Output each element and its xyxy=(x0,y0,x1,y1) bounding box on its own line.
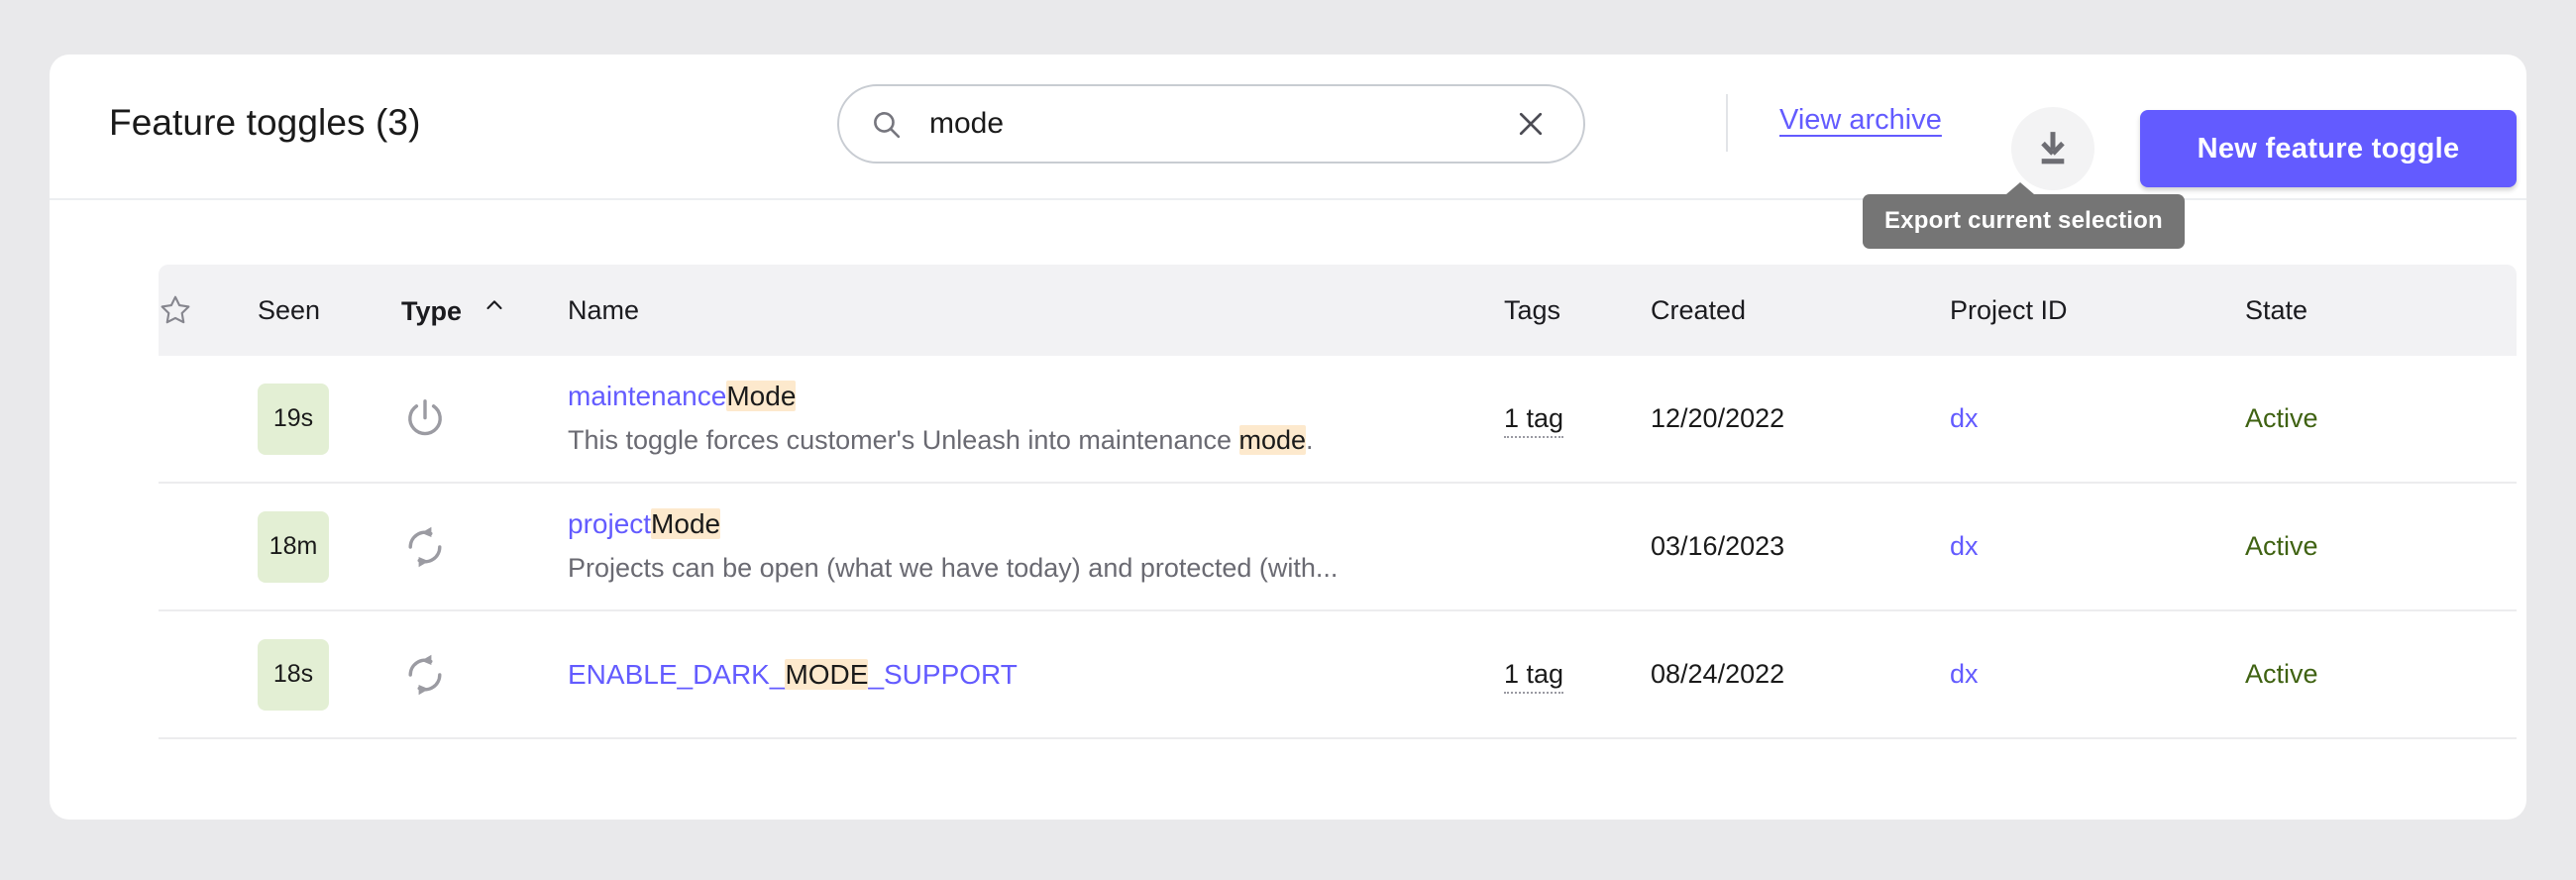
description-prefix: This toggle forces customer's Unleash in… xyxy=(568,425,1239,455)
column-header-seen[interactable]: Seen xyxy=(258,295,401,326)
column-header-name[interactable]: Name xyxy=(568,295,1504,326)
row-project-cell: dx xyxy=(1950,659,2245,690)
feature-description: This toggle forces customer's Unleash in… xyxy=(568,423,1459,458)
export-button[interactable] xyxy=(2011,107,2094,190)
table-row[interactable]: 19s maintenanceMode This toggle forces c… xyxy=(159,356,2517,484)
tag-count[interactable]: 1 tag xyxy=(1504,403,1563,438)
row-project-cell: dx xyxy=(1950,403,2245,434)
feature-name-prefix: ENABLE_DARK_ xyxy=(568,659,785,690)
row-project-cell: dx xyxy=(1950,531,2245,562)
star-icon xyxy=(159,293,192,327)
project-id-link[interactable]: dx xyxy=(1950,531,1979,561)
header-divider xyxy=(1726,94,1728,152)
feature-name-match: Mode xyxy=(651,508,720,539)
status-badge: Active xyxy=(2245,403,2513,434)
new-feature-toggle-button[interactable]: New feature toggle xyxy=(2140,110,2517,187)
column-header-type-label: Type xyxy=(401,296,462,326)
feature-name-match: Mode xyxy=(726,381,796,411)
description-match: mode xyxy=(1239,425,1307,455)
feature-name-link[interactable]: projectMode xyxy=(568,506,1504,541)
tag-count[interactable]: 1 tag xyxy=(1504,659,1563,694)
description-suffix: . xyxy=(1306,425,1314,455)
seen-badge: 18m xyxy=(258,511,329,583)
feature-name-match: MODE xyxy=(785,659,868,690)
close-icon xyxy=(1513,106,1549,142)
table-header-row: Seen Type Name Tags Created Project ID S… xyxy=(159,265,2517,356)
feature-name-prefix: maintenance xyxy=(568,381,726,411)
row-tags-cell: 1 tag xyxy=(1504,659,1651,690)
row-seen-cell: 19s xyxy=(258,384,401,455)
table-row[interactable]: 18m projectMode Projects can be open (wh… xyxy=(159,484,2517,611)
feature-description: Projects can be open (what we have today… xyxy=(568,551,1459,586)
row-seen-cell: 18m xyxy=(258,511,401,583)
row-type-cell xyxy=(401,651,568,699)
row-name-cell: maintenanceMode This toggle forces custo… xyxy=(568,379,1504,458)
row-created-cell: 08/24/2022 xyxy=(1651,659,1950,690)
row-type-cell xyxy=(401,395,568,443)
column-header-type[interactable]: Type xyxy=(401,293,568,327)
search-box[interactable] xyxy=(837,84,1585,164)
release-icon xyxy=(401,523,449,571)
row-type-cell xyxy=(401,523,568,571)
seen-badge: 18s xyxy=(258,639,329,711)
row-created-cell: 12/20/2022 xyxy=(1651,403,1950,434)
search-icon xyxy=(870,108,903,141)
search-clear-button[interactable] xyxy=(1508,101,1554,147)
release-icon xyxy=(401,651,449,699)
table-row[interactable]: 18s ENABLE_DARK_MODE_SUPPORT 1 tag xyxy=(159,611,2517,739)
feature-toggles-card: Feature toggles (3) View archive xyxy=(50,55,2526,820)
column-header-project-id[interactable]: Project ID xyxy=(1950,295,2245,326)
description-prefix: Projects can be open (what we have today… xyxy=(568,553,1338,583)
row-created-cell: 03/16/2023 xyxy=(1651,531,1950,562)
project-id-link[interactable]: dx xyxy=(1950,659,1979,689)
row-name-cell: ENABLE_DARK_MODE_SUPPORT xyxy=(568,657,1504,692)
feature-name-prefix: project xyxy=(568,508,651,539)
chevron-up-icon xyxy=(483,293,506,317)
page-root: Feature toggles (3) View archive xyxy=(0,0,2576,880)
card-header: Feature toggles (3) View archive xyxy=(50,55,2526,200)
feature-name-suffix: _SUPPORT xyxy=(868,659,1017,690)
power-icon xyxy=(401,395,449,443)
view-archive-link[interactable]: View archive xyxy=(1779,104,1942,137)
column-header-tags[interactable]: Tags xyxy=(1504,295,1651,326)
search-input[interactable] xyxy=(929,107,1508,141)
feature-name-link[interactable]: ENABLE_DARK_MODE_SUPPORT xyxy=(568,657,1504,692)
row-name-cell: projectMode Projects can be open (what w… xyxy=(568,506,1504,586)
column-header-favorite[interactable] xyxy=(159,293,258,327)
page-title: Feature toggles (3) xyxy=(109,102,421,144)
download-icon xyxy=(2030,126,2076,171)
column-header-created[interactable]: Created xyxy=(1651,295,1950,326)
seen-badge: 19s xyxy=(258,384,329,455)
feature-toggles-table: Seen Type Name Tags Created Project ID S… xyxy=(159,265,2517,739)
export-tooltip: Export current selection xyxy=(1863,194,2185,249)
column-header-state[interactable]: State xyxy=(2245,295,2513,326)
project-id-link[interactable]: dx xyxy=(1950,403,1979,433)
feature-name-link[interactable]: maintenanceMode xyxy=(568,379,1504,413)
status-badge: Active xyxy=(2245,659,2513,690)
status-badge: Active xyxy=(2245,531,2513,562)
row-tags-cell: 1 tag xyxy=(1504,403,1651,434)
row-seen-cell: 18s xyxy=(258,639,401,711)
